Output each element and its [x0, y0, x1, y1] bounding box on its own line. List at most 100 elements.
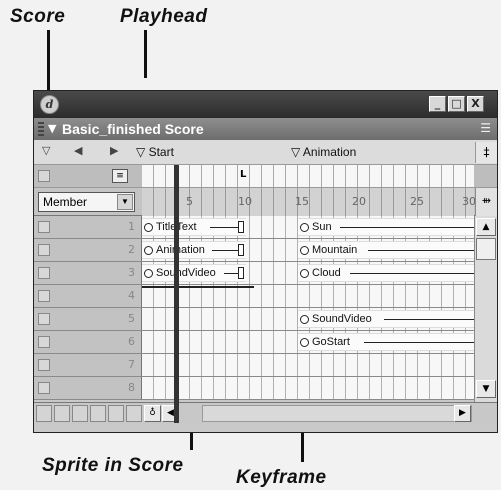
- sprite-soundvideo-2[interactable]: SoundVideo: [298, 310, 474, 328]
- member-display-select[interactable]: Member ▼: [38, 192, 135, 212]
- channel-header[interactable]: 3: [34, 262, 142, 284]
- callout-sprite-in-score: Sprite in Score: [42, 455, 184, 476]
- label-channel-grid[interactable]: [142, 165, 474, 187]
- display-mode-cell[interactable]: [72, 405, 88, 422]
- channel-toggle[interactable]: [38, 244, 50, 256]
- channel-header[interactable]: 1: [34, 216, 142, 238]
- sprite-cloud[interactable]: Cloud: [298, 264, 474, 282]
- channel-header[interactable]: 8: [34, 377, 142, 399]
- channel-toggle[interactable]: [38, 221, 50, 233]
- playhead-handle-icon[interactable]: ♁: [144, 405, 161, 422]
- frame-number: 15: [295, 195, 309, 208]
- callout-keyframe: Keyframe: [236, 467, 327, 488]
- score-leader-line: [47, 30, 50, 94]
- keyframe-icon[interactable]: [300, 338, 309, 347]
- keyframe-icon[interactable]: [144, 269, 153, 278]
- sprite-end-frame[interactable]: [238, 267, 244, 279]
- label-channel-toggle[interactable]: [38, 170, 50, 182]
- channel-frames[interactable]: [142, 285, 474, 307]
- sprite-titletext[interactable]: TitleText: [142, 218, 246, 236]
- keyframe-icon[interactable]: [144, 246, 153, 255]
- sprite-mountain[interactable]: Mountain: [298, 241, 474, 259]
- label-channel-icon[interactable]: ≡: [112, 169, 128, 183]
- keyframe-icon[interactable]: [144, 223, 153, 232]
- sprite-end-frame[interactable]: [238, 244, 244, 256]
- sprite-animation[interactable]: Animation: [142, 241, 246, 259]
- channel-toggle[interactable]: [38, 336, 50, 348]
- keyframe-icon[interactable]: [300, 269, 309, 278]
- callout-playhead: Playhead: [120, 6, 208, 27]
- channel-number: 8: [128, 381, 135, 394]
- sprite-gostart[interactable]: GoStart: [298, 333, 474, 351]
- playhead-leader-line: [144, 30, 147, 78]
- panel-options-icon[interactable]: ☰: [480, 121, 491, 135]
- channel-header[interactable]: 6: [34, 331, 142, 353]
- display-mode-cell[interactable]: [126, 405, 142, 422]
- sprite-channel: 8: [34, 377, 474, 400]
- sprite-channels: 1 2 3 4 5 6 7 8 TitleText Animation Soun…: [34, 216, 474, 402]
- panel-grip-icon[interactable]: [38, 122, 44, 136]
- zoom-menu-icon[interactable]: ⇻: [475, 188, 497, 216]
- sprite-span-line: [384, 319, 474, 320]
- keyframe-icon[interactable]: [300, 315, 309, 324]
- sprite-label: SoundVideo: [156, 267, 216, 279]
- channel-header[interactable]: 7: [34, 354, 142, 376]
- sprite-span-line: [350, 273, 474, 274]
- sprite-span-line: [368, 250, 474, 251]
- scroll-down-icon[interactable]: ▼: [476, 380, 496, 398]
- sprite-label: Sun: [312, 221, 332, 233]
- sprite-channel: 4: [34, 285, 474, 308]
- channel-frames[interactable]: [142, 377, 474, 399]
- marker-animation[interactable]: ▽ Animation: [291, 145, 356, 159]
- channel-header[interactable]: 4: [34, 285, 142, 307]
- channel-header[interactable]: 5: [34, 308, 142, 330]
- sprite-end-frame[interactable]: [238, 221, 244, 233]
- sprite-label: Cloud: [312, 267, 341, 279]
- channel-number: 7: [128, 358, 135, 371]
- frame-number-row: Member ▼ 5 10 15 20 25 30 ⇻: [34, 188, 497, 216]
- director-logo-icon: d: [40, 95, 59, 114]
- markers-end-icon[interactable]: ‡: [475, 142, 497, 163]
- next-marker-icon[interactable]: ▶: [110, 144, 118, 157]
- panel-header[interactable]: ▼ Basic_finished Score ☰: [34, 118, 497, 140]
- sprite-span-line: [212, 250, 238, 251]
- triangle-down-icon[interactable]: ▼: [48, 122, 56, 135]
- close-button[interactable]: X: [467, 96, 484, 112]
- window-titlebar[interactable]: d _ □ X: [34, 91, 497, 118]
- maximize-button[interactable]: □: [448, 96, 465, 112]
- frame-number: 10: [238, 195, 252, 208]
- previous-marker-icon[interactable]: ◀: [74, 144, 82, 157]
- vertical-scrollbar[interactable]: ▲ ▼: [474, 216, 497, 402]
- marker-start[interactable]: ▽ Start: [136, 145, 174, 159]
- horizontal-scroll-track[interactable]: [202, 405, 472, 422]
- keyframe-icon[interactable]: [300, 223, 309, 232]
- marker-start-label: Start: [148, 145, 174, 159]
- playhead-line[interactable]: [174, 165, 179, 423]
- display-mode-cell[interactable]: [90, 405, 106, 422]
- sprite-label: SoundVideo: [312, 313, 372, 325]
- vertical-scroll-thumb[interactable]: [476, 238, 496, 260]
- channel-toggle[interactable]: [38, 267, 50, 279]
- sprite-span-line: [364, 342, 474, 343]
- channel-toggle[interactable]: [38, 382, 50, 394]
- display-mode-cell[interactable]: [54, 405, 70, 422]
- display-mode-cell[interactable]: [108, 405, 124, 422]
- channel-frames[interactable]: [142, 354, 474, 376]
- marker-menu-icon[interactable]: ▽: [42, 144, 50, 157]
- channel-toggle[interactable]: [38, 359, 50, 371]
- display-mode-cell[interactable]: [36, 405, 52, 422]
- channel-toggle[interactable]: [38, 290, 50, 302]
- scroll-right-icon[interactable]: ▶: [454, 405, 471, 422]
- channel-toggle[interactable]: [38, 313, 50, 325]
- frame-number: 20: [352, 195, 366, 208]
- sprite-label: Animation: [156, 244, 205, 256]
- minimize-button[interactable]: _: [429, 96, 446, 112]
- sprite-sun[interactable]: Sun: [298, 218, 474, 236]
- scroll-up-icon[interactable]: ▲: [476, 218, 496, 236]
- sprite-soundvideo[interactable]: SoundVideo: [142, 264, 246, 282]
- sprite-span-line: [340, 227, 474, 228]
- keyframe-icon[interactable]: [300, 246, 309, 255]
- channel-number: 3: [128, 266, 135, 279]
- chevron-down-icon[interactable]: ▼: [117, 194, 133, 210]
- channel-header[interactable]: 2: [34, 239, 142, 261]
